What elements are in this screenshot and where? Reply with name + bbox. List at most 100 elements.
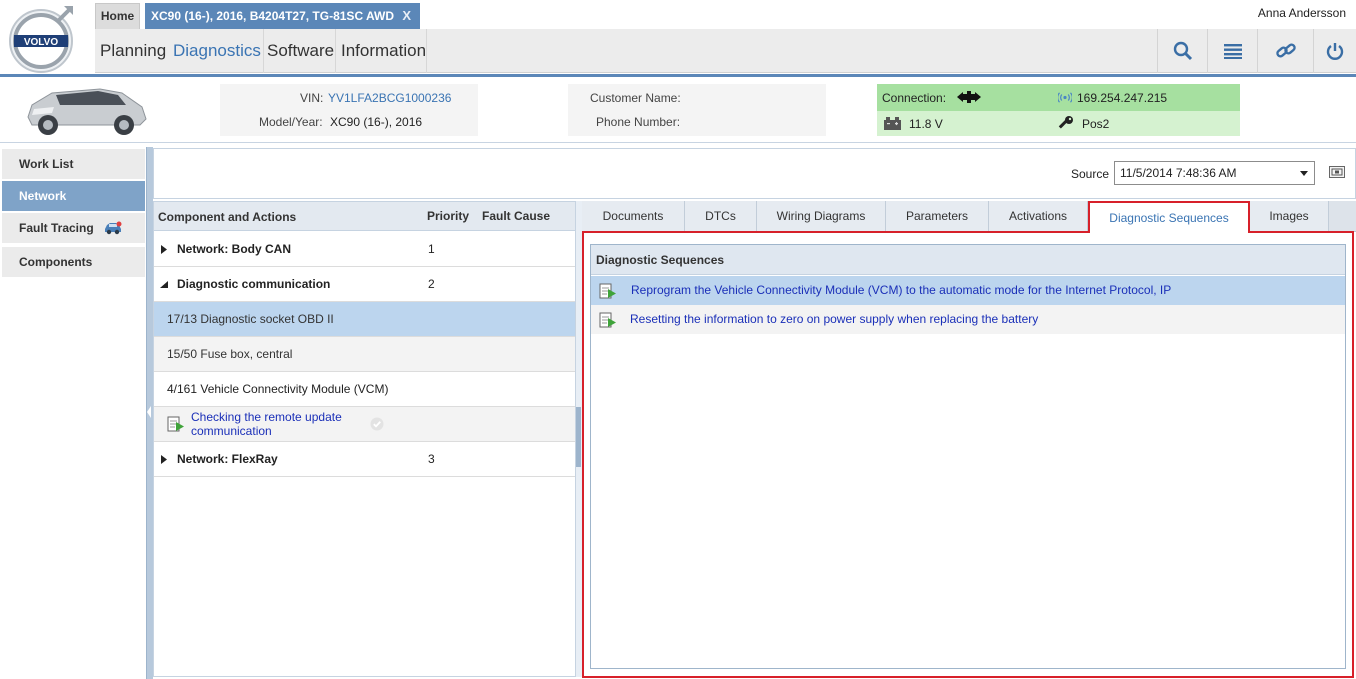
highlight-frame-top bbox=[582, 231, 1088, 233]
power-icon bbox=[1326, 43, 1344, 60]
search-button[interactable] bbox=[1157, 29, 1207, 73]
tab-parameters[interactable]: Parameters bbox=[886, 201, 989, 232]
link-icon bbox=[1275, 43, 1296, 58]
component-label: 17/13 Diagnostic socket OBD II bbox=[167, 312, 334, 326]
connection-bottom: 11.8 V Pos2 bbox=[877, 111, 1240, 136]
source-label: Source bbox=[1071, 167, 1110, 181]
source-select[interactable]: 11/5/2014 7:48:36 AM bbox=[1114, 161, 1315, 185]
menu-diagnostics[interactable]: Diagnostics bbox=[168, 29, 266, 73]
tab-dtcs[interactable]: DTCs bbox=[685, 201, 757, 232]
sequence-label: Resetting the information to zero on pow… bbox=[630, 312, 1039, 326]
component-actions-panel: Component and Actions Priority Fault Cau… bbox=[153, 201, 576, 677]
connection-link-button[interactable] bbox=[1257, 29, 1313, 73]
group-row-flexray[interactable]: Network: FlexRay 3 bbox=[154, 442, 575, 477]
sequence-icon bbox=[167, 416, 184, 432]
sequences-header: Diagnostic Sequences bbox=[591, 245, 1345, 275]
nav-fault-tracing[interactable]: Fault Tracing bbox=[2, 213, 145, 243]
vin-value[interactable]: YV1LFA2BCG1000236 bbox=[328, 91, 451, 105]
component-label: 15/50 Fuse box, central bbox=[167, 347, 293, 361]
action-label-line2[interactable]: communication bbox=[191, 424, 272, 438]
sequence-icon bbox=[599, 312, 616, 328]
expand-arrow-icon[interactable] bbox=[161, 455, 167, 464]
vin-label: VIN: bbox=[300, 91, 324, 105]
sequence-item[interactable]: Resetting the information to zero on pow… bbox=[591, 305, 1345, 334]
column-component-actions[interactable]: Component and Actions bbox=[158, 210, 296, 224]
tab-images[interactable]: Images bbox=[1250, 201, 1329, 232]
tab-activations[interactable]: Activations bbox=[989, 201, 1088, 232]
group-label: Diagnostic communication bbox=[177, 277, 331, 291]
detail-tabs: Documents DTCs Wiring Diagrams Parameter… bbox=[582, 201, 1356, 233]
collapse-arrow-icon[interactable] bbox=[160, 281, 168, 288]
source-value: 11/5/2014 7:48:36 AM bbox=[1120, 166, 1237, 180]
customer-name-label: Customer Name: bbox=[590, 91, 681, 105]
tab-vehicle[interactable]: XC90 (16-), 2016, B4204T27, TG-81SC AWD … bbox=[145, 3, 420, 29]
user-name[interactable]: Anna Andersson bbox=[1258, 6, 1346, 20]
close-tab-icon[interactable]: X bbox=[402, 3, 411, 29]
menu-planning[interactable]: Planning bbox=[95, 29, 171, 73]
customer-panel: Customer Name: Phone Number: bbox=[568, 84, 826, 136]
menu-software[interactable]: Software bbox=[262, 29, 339, 73]
phone-number-label: Phone Number: bbox=[596, 115, 681, 129]
search-icon bbox=[1173, 41, 1192, 61]
check-circle-icon bbox=[370, 417, 384, 431]
sequence-icon bbox=[599, 283, 616, 299]
component-label: 4/161 Vehicle Connectivity Module (VCM) bbox=[167, 382, 389, 396]
battery-voltage: 11.8 V bbox=[909, 117, 943, 131]
svg-text:VOLVO: VOLVO bbox=[24, 37, 58, 48]
vehicle-tab-label: XC90 (16-), 2016, B4204T27, TG-81SC AWD bbox=[151, 9, 394, 23]
group-priority: 3 bbox=[428, 452, 435, 466]
sequence-item[interactable]: Reprogram the Vehicle Connectivity Modul… bbox=[591, 276, 1345, 305]
ip-address: 169.254.247.215 bbox=[1077, 91, 1168, 105]
group-label: Network: Body CAN bbox=[177, 242, 292, 256]
list-icon bbox=[1223, 44, 1242, 59]
connection-status-panel: Connection: 169.254.247.215 11.8 V Pos2 bbox=[877, 84, 1240, 136]
group-priority: 2 bbox=[428, 277, 435, 291]
tab-home[interactable]: Home bbox=[95, 3, 140, 29]
ignition-key-icon bbox=[1058, 116, 1073, 129]
left-navigation: Work List Network Fault Tracing Componen… bbox=[0, 147, 147, 679]
highlight-frame-top bbox=[1248, 231, 1354, 233]
model-label: Model/Year: bbox=[259, 115, 323, 129]
chevron-down-icon bbox=[1300, 171, 1308, 176]
app-header: VOLVO Home XC90 (16-), 2016, B4204T27, T… bbox=[0, 0, 1356, 77]
component-row-obd-socket[interactable]: 17/13 Diagnostic socket OBD II bbox=[154, 302, 575, 337]
group-priority: 1 bbox=[428, 242, 435, 256]
connection-arrows-icon bbox=[957, 91, 981, 103]
nav-fault-tracing-label: Fault Tracing bbox=[19, 221, 94, 235]
tab-diagnostic-sequences[interactable]: Diagnostic Sequences bbox=[1088, 201, 1250, 233]
volvo-logo[interactable]: VOLVO bbox=[6, 3, 76, 73]
collapse-nav-icon[interactable] bbox=[146, 405, 152, 419]
fault-car-icon bbox=[105, 221, 122, 235]
component-table-header: Component and Actions Priority Fault Cau… bbox=[154, 202, 575, 231]
diagnostic-sequences-panel: Diagnostic Sequences Reprogram the Vehic… bbox=[590, 244, 1346, 669]
tab-wiring-diagrams[interactable]: Wiring Diagrams bbox=[757, 201, 886, 232]
column-priority[interactable]: Priority bbox=[427, 209, 469, 223]
action-row-remote-update[interactable]: Checking the remote update communication bbox=[154, 407, 575, 442]
expand-arrow-icon[interactable] bbox=[161, 245, 167, 254]
menu-information[interactable]: Information bbox=[336, 29, 431, 73]
logout-button[interactable] bbox=[1313, 29, 1356, 73]
nav-components[interactable]: Components bbox=[2, 247, 145, 277]
tab-documents[interactable]: Documents bbox=[582, 201, 685, 232]
group-row-diagnostic-communication[interactable]: Diagnostic communication 2 bbox=[154, 267, 575, 302]
nav-work-list[interactable]: Work List bbox=[2, 149, 145, 179]
wireless-icon bbox=[1058, 92, 1072, 103]
vin-panel: VIN: YV1LFA2BCG1000236 Model/Year: XC90 … bbox=[220, 84, 478, 136]
model-value: XC90 (16-), 2016 bbox=[330, 115, 423, 129]
vehicle-info-band: VIN: YV1LFA2BCG1000236 Model/Year: XC90 … bbox=[0, 77, 1356, 143]
battery-icon bbox=[884, 117, 901, 130]
component-row-vcm[interactable]: 4/161 Vehicle Connectivity Module (VCM) bbox=[154, 372, 575, 407]
connection-label: Connection: bbox=[882, 91, 947, 105]
ignition-position: Pos2 bbox=[1082, 117, 1110, 131]
component-row-fuse-box[interactable]: 15/50 Fuse box, central bbox=[154, 337, 575, 372]
column-fault-cause[interactable]: Fault Cause bbox=[482, 209, 550, 223]
list-button[interactable] bbox=[1207, 29, 1257, 73]
vehicle-image bbox=[27, 88, 147, 135]
group-row-body-can[interactable]: Network: Body CAN 1 bbox=[154, 232, 575, 267]
sequence-label: Reprogram the Vehicle Connectivity Modul… bbox=[631, 283, 1172, 297]
screen-capture-icon[interactable] bbox=[1329, 166, 1345, 178]
group-label: Network: FlexRay bbox=[177, 452, 278, 466]
action-label-line1[interactable]: Checking the remote update bbox=[191, 410, 342, 424]
nav-network[interactable]: Network bbox=[2, 181, 145, 211]
splitter-handle[interactable] bbox=[576, 407, 581, 467]
